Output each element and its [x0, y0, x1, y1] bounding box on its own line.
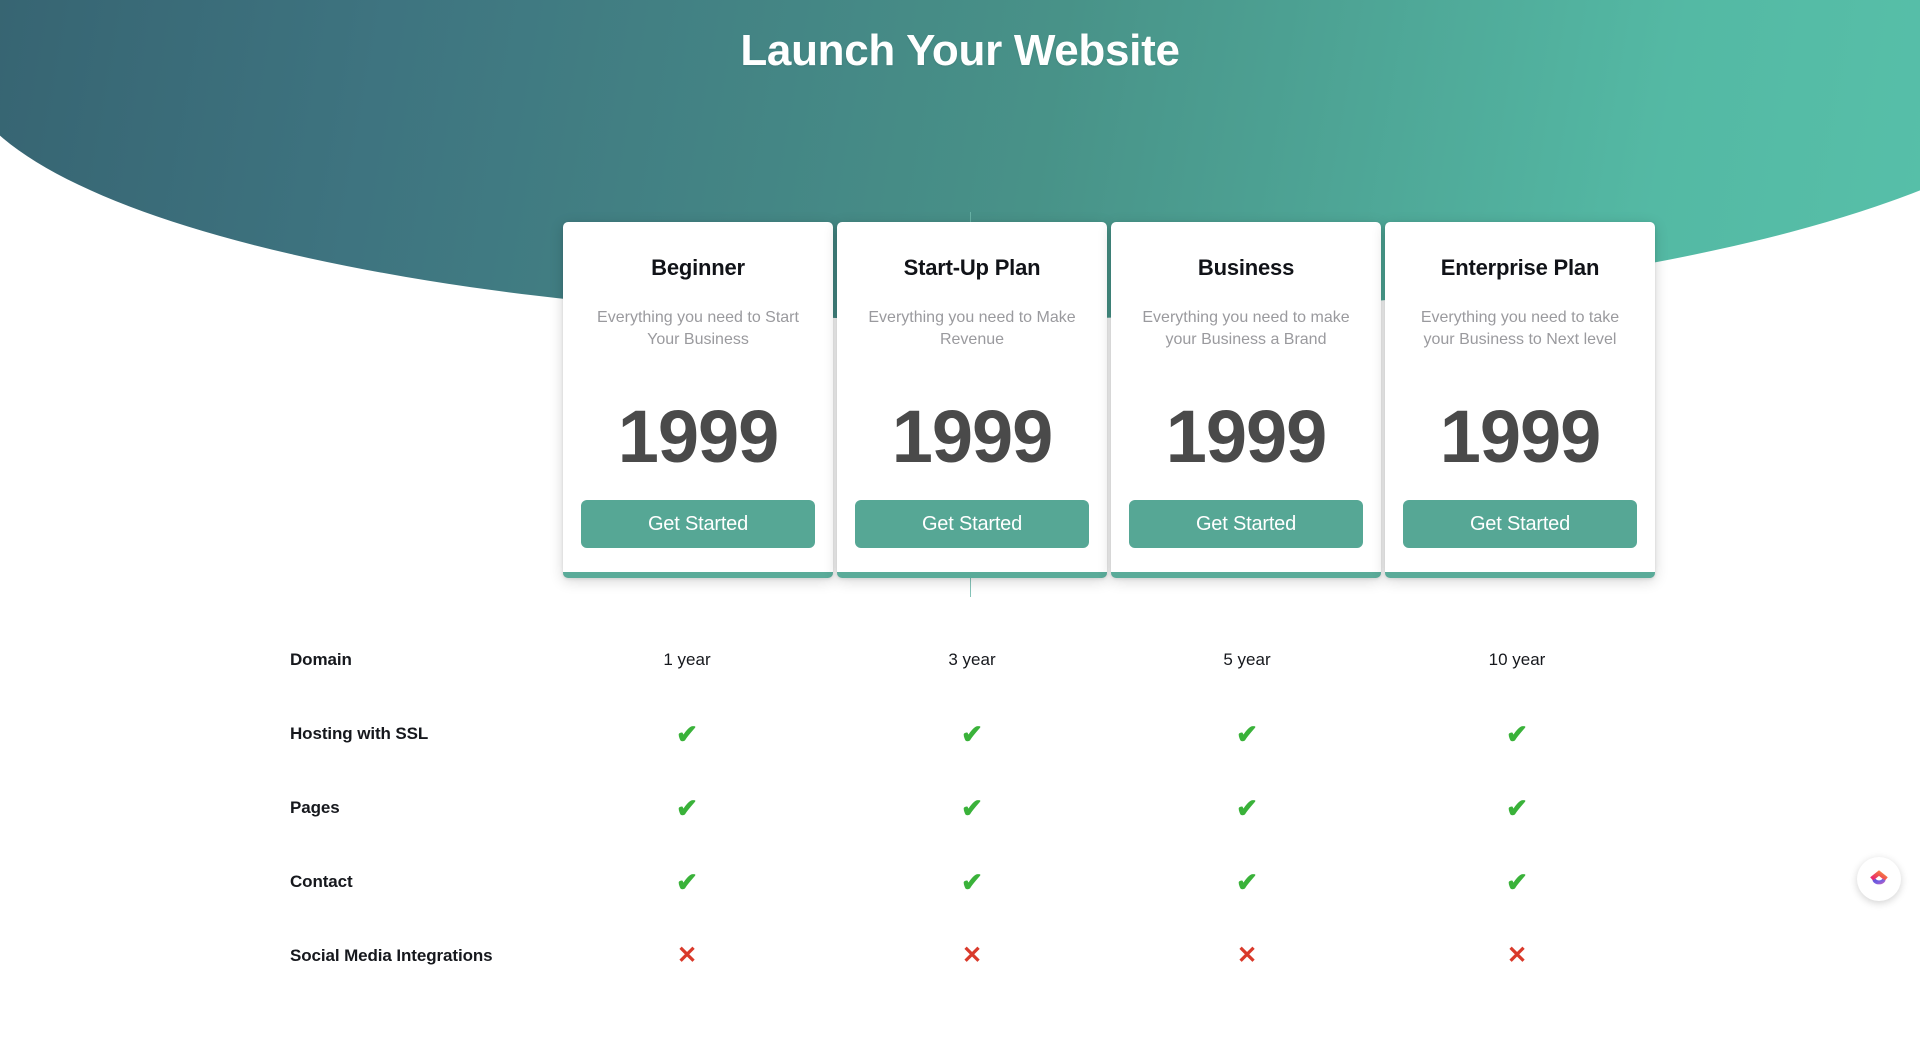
- feature-unavailable-icon: ✕: [1236, 942, 1258, 969]
- feature-label: Hosting with SSL: [290, 724, 429, 743]
- feature-value: 10 year: [1488, 650, 1546, 669]
- feature-value: 5 year: [1223, 650, 1271, 669]
- feature-available-icon: ✔: [1236, 867, 1258, 897]
- feature-available-icon: ✔: [1506, 867, 1528, 897]
- plan-description: Everything you need to Make Revenue: [868, 309, 1076, 348]
- table-row: Pages ✔ ✔ ✔ ✔: [0, 793, 1920, 867]
- table-row: Domain 1 year 3 year 5 year 10 year: [0, 645, 1920, 719]
- plan-name: Start-Up Plan: [903, 255, 1041, 280]
- plan-price: 1999: [1439, 395, 1602, 478]
- feature-unavailable-icon: ✕: [961, 942, 983, 969]
- feature-label: Domain: [290, 650, 352, 669]
- feature-comparison-table: Domain 1 year 3 year 5 year 10 year Hosting w…: [0, 645, 1920, 1015]
- feature-label: Social Media Integrations: [290, 946, 493, 965]
- page-title: Launch Your Website: [740, 26, 1180, 75]
- plan-price: 1999: [1165, 395, 1328, 478]
- plan-name: Business: [1197, 255, 1295, 280]
- feature-unavailable-icon: ✕: [676, 942, 698, 969]
- pricing-card-beginner[interactable]: Beginner Everything you need to Start Yo…: [563, 222, 833, 578]
- plan-name: Beginner: [651, 255, 745, 280]
- feature-unavailable-icon: ✕: [1506, 942, 1528, 969]
- table-row: Social Media Integrations ✕ ✕ ✕ ✕: [0, 941, 1920, 1015]
- pricing-card-list: Beginner Everything you need to Start Yo…: [0, 222, 1920, 582]
- get-started-button[interactable]: Get Started: [581, 500, 815, 548]
- plan-price: 1999: [891, 395, 1054, 478]
- plan-description: Everything you need to Start Your Busine…: [597, 309, 799, 348]
- get-started-button[interactable]: Get Started: [1129, 500, 1363, 548]
- feature-available-icon: ✔: [961, 793, 983, 823]
- feature-value: 1 year: [663, 650, 711, 669]
- feature-available-icon: ✔: [961, 719, 983, 749]
- plan-name: Enterprise Plan: [1440, 255, 1600, 280]
- get-started-button[interactable]: Get Started: [855, 500, 1089, 548]
- feature-value: 3 year: [948, 650, 996, 669]
- pricing-card-business[interactable]: Business Everything you need to make you…: [1111, 222, 1381, 578]
- pricing-page: Launch Your Website Beginner Everything …: [0, 0, 1920, 1049]
- pricing-card-start-up-plan[interactable]: Start-Up Plan Everything you need to Mak…: [837, 222, 1107, 578]
- feature-label: Contact: [290, 872, 353, 891]
- table-row: Contact ✔ ✔ ✔ ✔: [0, 867, 1920, 941]
- plan-price: 1999: [617, 395, 780, 478]
- plan-description: Everything you need to make your Busines…: [1142, 309, 1350, 348]
- feature-available-icon: ✔: [676, 793, 698, 823]
- get-started-button[interactable]: Get Started: [1403, 500, 1637, 548]
- feature-label: Pages: [290, 798, 340, 817]
- feature-available-icon: ✔: [1506, 719, 1528, 749]
- feature-available-icon: ✔: [676, 719, 698, 749]
- feature-available-icon: ✔: [1236, 719, 1258, 749]
- table-row: Hosting with SSL ✔ ✔ ✔ ✔: [0, 719, 1920, 793]
- feature-available-icon: ✔: [961, 867, 983, 897]
- feature-available-icon: ✔: [1506, 793, 1528, 823]
- plan-description: Everything you need to take your Busines…: [1420, 309, 1620, 348]
- pricing-card-enterprise-plan[interactable]: Enterprise Plan Everything you need to t…: [1385, 222, 1655, 578]
- feature-available-icon: ✔: [676, 867, 698, 897]
- clickup-logo-badge[interactable]: [1857, 857, 1901, 901]
- feature-available-icon: ✔: [1236, 793, 1258, 823]
- clickup-logo-icon: [1870, 870, 1888, 885]
